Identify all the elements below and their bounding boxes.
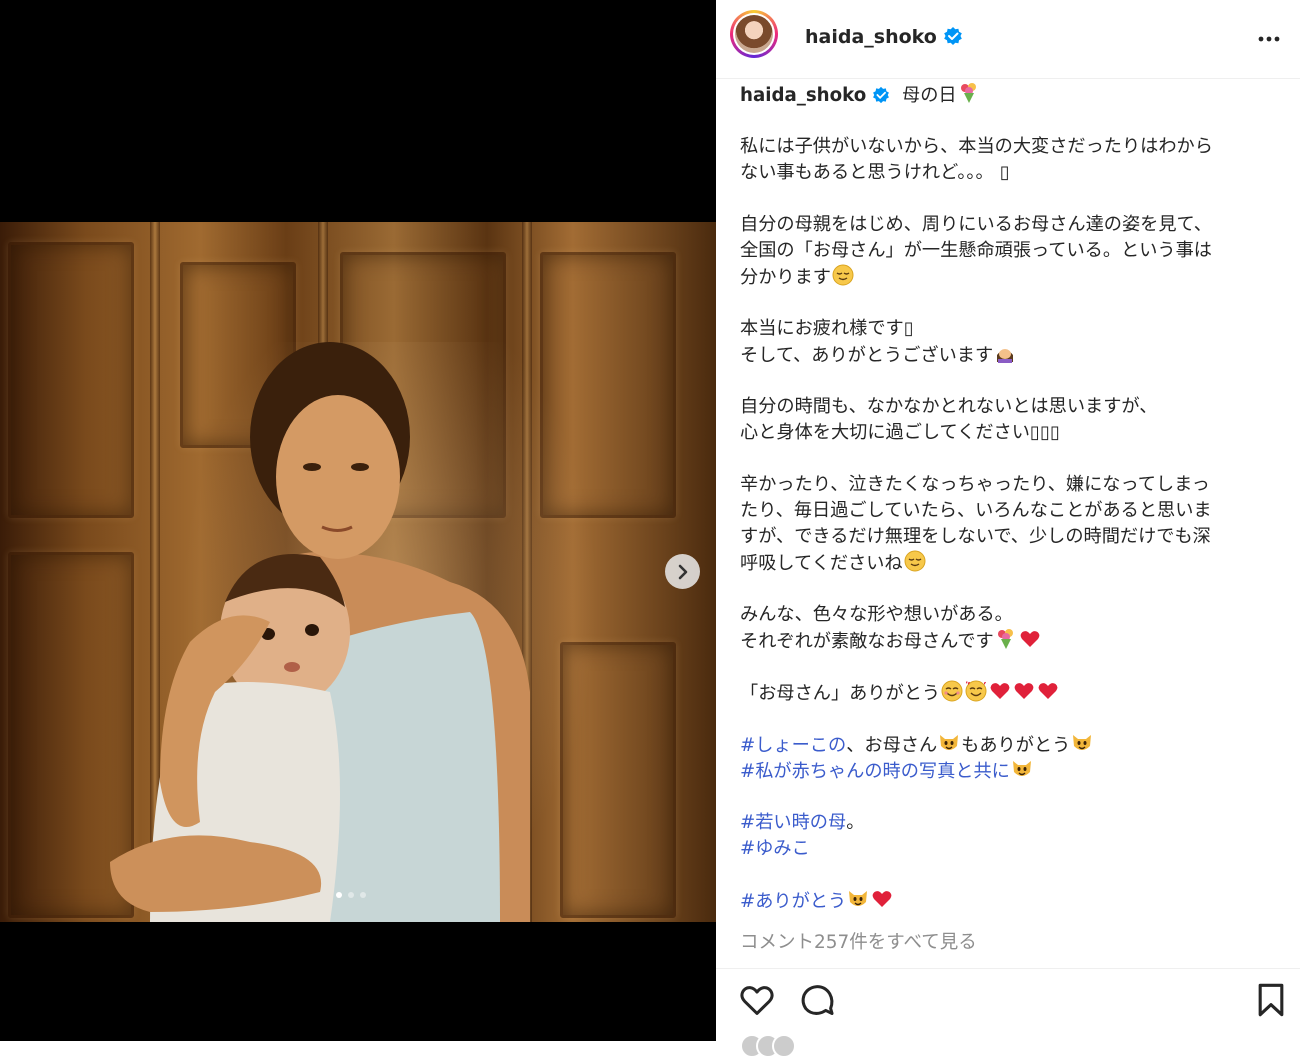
hashtag-link[interactable]: #ありがとう <box>740 891 846 912</box>
red-heart-emoji <box>1014 683 1034 699</box>
caption-line: 呼吸してくださいね <box>740 550 1280 576</box>
post-actions-bar <box>716 968 1300 1029</box>
carousel-dot-3 <box>360 892 366 898</box>
caption-line: ない事もあると思うけれど。。。 ▯ <box>740 162 1010 183</box>
caption-line: それぞれが素敵なお母さんです <box>740 628 1280 654</box>
hashtag-link[interactable]: #しょーこの <box>740 735 846 756</box>
verified-badge-icon <box>944 27 962 45</box>
post-details-panel: haida_shoko haida_shoko 母の日 私には子供がいないから、… <box>716 0 1300 1058</box>
caption-title-line: haida_shoko 母の日 <box>740 82 1280 108</box>
bookmark-icon[interactable] <box>1254 981 1288 1019</box>
post-media-area <box>0 0 716 1041</box>
avatar <box>772 1034 796 1058</box>
bowing-woman-emoji <box>997 349 1014 363</box>
red-heart-emoji <box>872 891 892 907</box>
comment-bubble-icon[interactable] <box>798 981 836 1019</box>
hashtag-link[interactable]: #私が赤ちゃんの時の写真と共に <box>740 761 1010 782</box>
caption-line: そして、ありがとうございます <box>740 342 1280 368</box>
cat-face-emoji <box>1073 735 1092 750</box>
cat-face-emoji <box>1012 761 1031 776</box>
hashtag-link[interactable]: #ゆみこ <box>740 838 810 859</box>
red-heart-emoji <box>1020 631 1040 647</box>
caption-username[interactable]: haida_shoko <box>740 85 866 106</box>
caption-line: #若い時の母。 <box>740 812 865 833</box>
post-header: haida_shoko <box>716 0 1300 79</box>
caption-line: #ありがとう <box>740 888 1280 914</box>
carousel-indicator <box>336 892 366 898</box>
caption-line: #しょーこの、お母さん もありがとう <box>740 732 1280 758</box>
view-all-comments-link[interactable]: コメント257件をすべて見る <box>740 928 977 954</box>
caption-line: 心と身体を大切に過ごしてください▯▯▯ <box>740 422 1060 443</box>
caption-title: 母の日 <box>902 85 957 106</box>
hashtag-link[interactable]: #若い時の母 <box>740 812 846 833</box>
username-text[interactable]: haida_shoko <box>805 26 937 48</box>
caption-line: #ゆみこ <box>740 836 1280 862</box>
bouquet-emoji <box>997 629 1013 649</box>
caption-line: 「お母さん」ありがとう <box>740 680 1280 706</box>
caption-line: 自分の時間も、なかなかとれないとは思いますが、 <box>740 396 1158 417</box>
bouquet-emoji <box>960 83 976 103</box>
chevron-right-icon <box>678 564 687 579</box>
post-caption: haida_shoko 母の日 私には子供がいないから、本当の大変さだったりはわ… <box>740 82 1280 928</box>
mother-and-baby-figure <box>110 342 530 922</box>
carousel-dot-2 <box>348 892 354 898</box>
header-username[interactable]: haida_shoko <box>805 26 963 48</box>
verified-badge-icon <box>873 86 890 104</box>
carousel-dot-1 <box>336 892 342 898</box>
caption-line: 分かります <box>740 264 1280 290</box>
caption-line: 全国の「お母さん」が一生懸命頑張っている。という事は <box>740 240 1212 261</box>
red-heart-emoji <box>990 683 1010 699</box>
carousel-next-button[interactable] <box>665 554 700 589</box>
heart-outline-icon[interactable] <box>738 981 776 1019</box>
smiling-face-with-hearts-emoji <box>965 680 987 702</box>
caption-line: 辛かったり、泣きたくなっちゃったり、嫌になってしまっ <box>740 474 1210 495</box>
caption-line: たり、毎日過ごしていたら、いろんなことがあると思いま <box>740 500 1212 521</box>
caption-line: みんな、色々な形や想いがある。 <box>740 604 1013 625</box>
caption-line: #私が赤ちゃんの時の写真と共に <box>740 758 1280 784</box>
cat-face-emoji <box>940 735 959 750</box>
caption-line: 本当にお疲れ様です▯ <box>740 318 914 339</box>
relieved-face-emoji <box>832 264 854 286</box>
cat-face-emoji <box>849 891 868 906</box>
caption-line: 自分の母親をはじめ、周りにいるお母さん達の姿を見て、 <box>740 214 1212 235</box>
caption-line: 私には子供がいないから、本当の大変さだったりはわから <box>740 136 1213 157</box>
caption-line: すが、できるだけ無理をしないで、少しの時間だけでも深 <box>740 526 1211 547</box>
smiling-face-emoji <box>941 680 963 702</box>
avatar[interactable] <box>730 10 778 58</box>
more-options-icon[interactable] <box>1254 24 1284 54</box>
liked-by-avatars[interactable] <box>740 1034 796 1062</box>
relieved-face-emoji <box>904 550 926 572</box>
red-heart-emoji <box>1038 683 1058 699</box>
post-photo <box>0 222 716 922</box>
